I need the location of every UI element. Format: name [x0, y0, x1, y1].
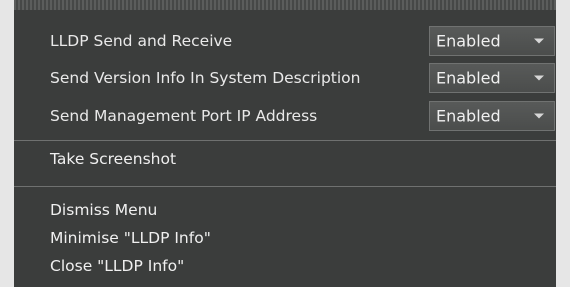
setting-label: Send Management Port IP Address	[50, 107, 318, 125]
menu-divider	[14, 186, 556, 187]
setting-label: Send Version Info In System Description	[50, 69, 361, 87]
menu-divider	[14, 140, 556, 141]
dropdown-value: Enabled	[436, 106, 501, 126]
chevron-down-icon	[534, 38, 544, 44]
setting-row-lldp-send-receive: LLDP Send and Receive Enabled	[14, 22, 556, 60]
minimise-window-menu-item[interactable]: Minimise "LLDP Info"	[50, 229, 211, 247]
setting-row-send-version-info: Send Version Info In System Description …	[14, 59, 556, 97]
menu-top-edge	[14, 0, 556, 10]
dropdown-value: Enabled	[436, 68, 501, 88]
setting-label: LLDP Send and Receive	[50, 32, 233, 50]
context-menu: LLDP Send and Receive Enabled Send Versi…	[14, 0, 556, 287]
take-screenshot-menu-item[interactable]: Take Screenshot	[50, 150, 176, 168]
chevron-down-icon	[534, 75, 544, 81]
lldp-send-receive-dropdown[interactable]: Enabled	[429, 26, 555, 56]
setting-row-send-management-ip: Send Management Port IP Address Enabled	[14, 97, 556, 135]
dropdown-value: Enabled	[436, 31, 501, 51]
close-window-menu-item[interactable]: Close "LLDP Info"	[50, 257, 184, 275]
chevron-down-icon	[534, 113, 544, 119]
send-management-ip-dropdown[interactable]: Enabled	[429, 101, 555, 131]
dismiss-menu-item[interactable]: Dismiss Menu	[50, 201, 157, 219]
send-version-info-dropdown[interactable]: Enabled	[429, 63, 555, 93]
